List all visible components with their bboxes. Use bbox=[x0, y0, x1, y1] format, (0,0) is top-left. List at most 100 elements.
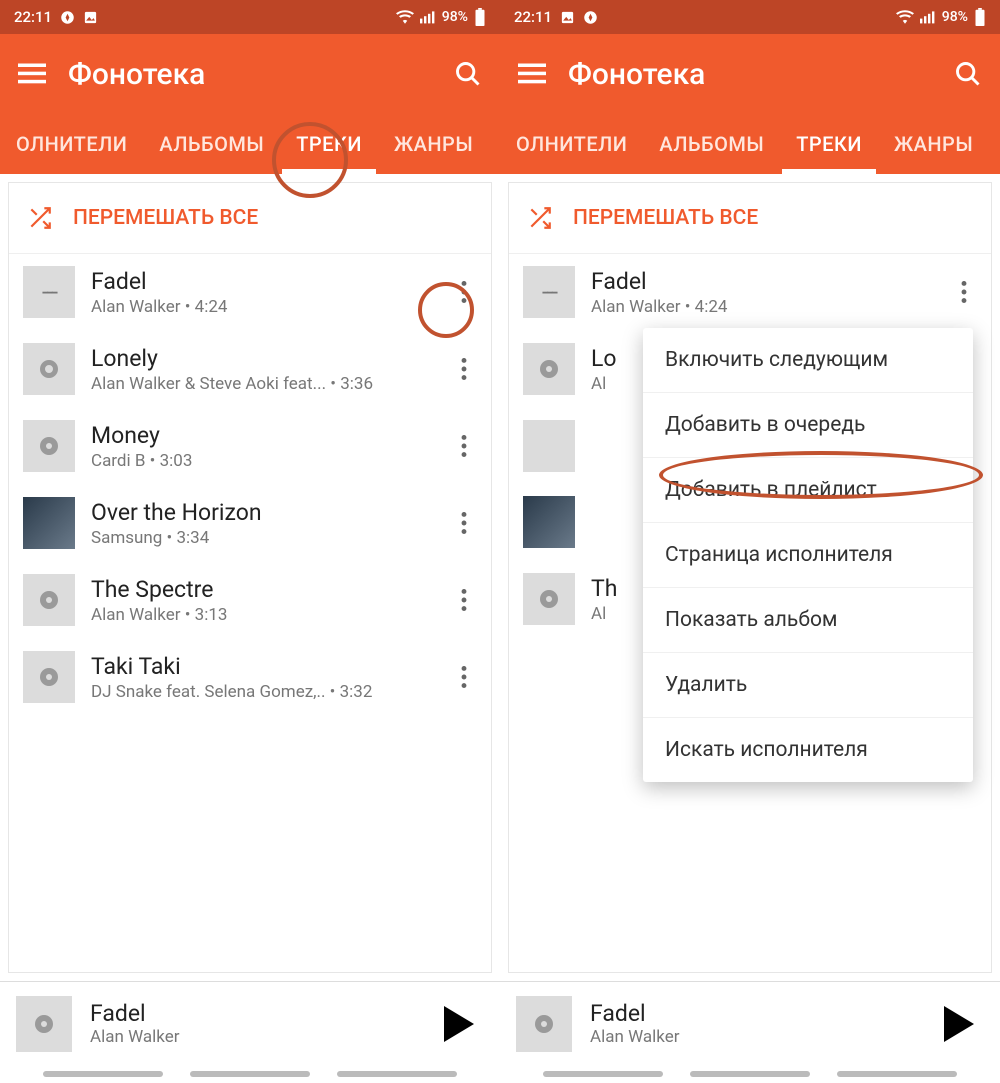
battery-icon bbox=[974, 8, 986, 26]
track-subtitle: Cardi B • 3:03 bbox=[91, 451, 447, 471]
tabs: ОЛНИТЕЛИ АЛЬБОМЫ ТРЕКИ ЖАНРЫ bbox=[0, 114, 500, 174]
wifi-icon bbox=[896, 10, 914, 24]
compass-icon bbox=[60, 10, 75, 25]
status-bar: 22:11 98% bbox=[0, 0, 500, 34]
app-bar: Фонотека bbox=[500, 34, 1000, 114]
track-title: Lonely bbox=[91, 345, 447, 372]
menu-item-add-playlist[interactable]: Добавить в плейлист bbox=[643, 458, 973, 523]
menu-item-artist-page[interactable]: Страница исполнителя bbox=[643, 523, 973, 588]
track-menu-icon[interactable] bbox=[447, 425, 481, 467]
menu-item-search-artist[interactable]: Искать исполнителя bbox=[643, 718, 973, 782]
album-art-placeholder bbox=[523, 420, 575, 472]
track-menu-icon[interactable] bbox=[447, 348, 481, 390]
album-art-placeholder: --- bbox=[23, 266, 75, 318]
tab-albums[interactable]: АЛЬБОМЫ bbox=[143, 114, 280, 174]
nav-bar bbox=[0, 1065, 500, 1083]
track-row[interactable]: Over the Horizon Samsung • 3:34 bbox=[9, 485, 491, 562]
tab-albums[interactable]: АЛЬБОМЫ bbox=[643, 114, 780, 174]
now-playing-art bbox=[16, 996, 72, 1052]
shuffle-all[interactable]: ПЕРЕМЕШАТЬ ВСЕ bbox=[9, 183, 491, 254]
now-playing-bar[interactable]: Fadel Alan Walker bbox=[500, 981, 1000, 1065]
track-menu-icon[interactable] bbox=[447, 271, 481, 313]
track-title: Taki Taki bbox=[91, 653, 447, 680]
status-bar: 22:11 98% bbox=[500, 0, 1000, 34]
shuffle-label: ПЕРЕМЕШАТЬ ВСЕ bbox=[73, 206, 258, 230]
image-icon bbox=[560, 10, 575, 25]
tab-artists[interactable]: ОЛНИТЕЛИ bbox=[500, 114, 643, 174]
track-menu-icon[interactable] bbox=[447, 579, 481, 621]
track-row[interactable]: --- Fadel Alan Walker • 4:24 bbox=[509, 254, 991, 331]
signal-icon bbox=[420, 10, 436, 24]
track-row[interactable]: Money Cardi B • 3:03 bbox=[9, 408, 491, 485]
tab-tracks[interactable]: ТРЕКИ bbox=[280, 114, 378, 174]
album-art-placeholder bbox=[523, 573, 575, 625]
tab-genres[interactable]: ЖАНРЫ bbox=[878, 114, 989, 174]
now-playing-artist: Alan Walker bbox=[590, 1027, 944, 1047]
track-row[interactable]: The Spectre Alan Walker • 3:13 bbox=[9, 562, 491, 639]
track-title: Fadel bbox=[91, 268, 447, 295]
play-button[interactable] bbox=[444, 1006, 474, 1042]
now-playing-title: Fadel bbox=[590, 1000, 944, 1027]
track-row[interactable]: Taki Taki DJ Snake feat. Selena Gomez,..… bbox=[9, 639, 491, 716]
track-title: Money bbox=[91, 422, 447, 449]
phone-screen-left: 22:11 98% Фонотека ОЛНИТЕЛИ АЛЬБОМЫ ТРЕК… bbox=[0, 0, 500, 1083]
track-title: Over the Horizon bbox=[91, 499, 447, 526]
track-title: Fadel bbox=[591, 268, 947, 295]
track-title: The Spectre bbox=[91, 576, 447, 603]
menu-icon[interactable] bbox=[18, 63, 46, 85]
menu-item-show-album[interactable]: Показать альбом bbox=[643, 588, 973, 653]
menu-item-delete[interactable]: Удалить bbox=[643, 653, 973, 718]
album-art-placeholder bbox=[23, 343, 75, 395]
tab-artists[interactable]: ОЛНИТЕЛИ bbox=[0, 114, 143, 174]
album-art-placeholder bbox=[523, 343, 575, 395]
wifi-icon bbox=[396, 10, 414, 24]
now-playing-artist: Alan Walker bbox=[90, 1027, 444, 1047]
menu-icon[interactable] bbox=[518, 63, 546, 85]
now-playing-bar[interactable]: Fadel Alan Walker bbox=[0, 981, 500, 1065]
track-menu-icon[interactable] bbox=[447, 656, 481, 698]
tab-tracks[interactable]: ТРЕКИ bbox=[780, 114, 878, 174]
album-art-placeholder bbox=[23, 420, 75, 472]
album-art-placeholder bbox=[23, 651, 75, 703]
track-menu-icon[interactable] bbox=[447, 502, 481, 544]
nav-bar bbox=[500, 1065, 1000, 1083]
signal-icon bbox=[920, 10, 936, 24]
now-playing-title: Fadel bbox=[90, 1000, 444, 1027]
play-button[interactable] bbox=[944, 1006, 974, 1042]
menu-item-play-next[interactable]: Включить следующим bbox=[643, 328, 973, 393]
track-row[interactable]: Lonely Alan Walker & Steve Aoki feat... … bbox=[9, 331, 491, 408]
track-subtitle: Alan Walker • 4:24 bbox=[591, 297, 947, 317]
shuffle-icon bbox=[527, 205, 553, 231]
track-list: ПЕРЕМЕШАТЬ ВСЕ --- Fadel Alan Walker • 4… bbox=[8, 182, 492, 973]
image-icon bbox=[83, 10, 98, 25]
shuffle-all[interactable]: ПЕРЕМЕШАТЬ ВСЕ bbox=[509, 183, 991, 254]
compass-icon bbox=[583, 10, 598, 25]
battery-icon bbox=[474, 8, 486, 26]
status-time: 22:11 bbox=[514, 8, 552, 26]
tab-genres[interactable]: ЖАНРЫ bbox=[378, 114, 489, 174]
page-title: Фонотека bbox=[68, 57, 205, 92]
context-menu: Включить следующим Добавить в очередь До… bbox=[643, 328, 973, 782]
page-title: Фонотека bbox=[568, 57, 705, 92]
track-subtitle: DJ Snake feat. Selena Gomez,.. • 3:32 bbox=[91, 682, 447, 702]
track-subtitle: Alan Walker • 3:13 bbox=[91, 605, 447, 625]
track-menu-icon[interactable] bbox=[947, 271, 981, 313]
search-icon[interactable] bbox=[954, 60, 982, 88]
status-time: 22:11 bbox=[14, 8, 52, 26]
now-playing-art bbox=[516, 996, 572, 1052]
phone-screen-right: 22:11 98% Фонотека ОЛНИТЕЛИ АЛЬБОМЫ ТРЕК… bbox=[500, 0, 1000, 1083]
track-row[interactable]: --- Fadel Alan Walker • 4:24 bbox=[9, 254, 491, 331]
album-art bbox=[523, 496, 575, 548]
menu-item-add-queue[interactable]: Добавить в очередь bbox=[643, 393, 973, 458]
battery-pct: 98% bbox=[442, 9, 468, 25]
track-list: ПЕРЕМЕШАТЬ ВСЕ --- Fadel Alan Walker • 4… bbox=[508, 182, 992, 973]
album-art-placeholder bbox=[23, 574, 75, 626]
battery-pct: 98% bbox=[942, 9, 968, 25]
track-subtitle: Alan Walker & Steve Aoki feat... • 3:36 bbox=[91, 374, 447, 394]
album-art bbox=[23, 497, 75, 549]
app-bar: Фонотека bbox=[0, 34, 500, 114]
shuffle-icon bbox=[27, 205, 53, 231]
search-icon[interactable] bbox=[454, 60, 482, 88]
track-subtitle: Samsung • 3:34 bbox=[91, 528, 447, 548]
shuffle-label: ПЕРЕМЕШАТЬ ВСЕ bbox=[573, 206, 758, 230]
